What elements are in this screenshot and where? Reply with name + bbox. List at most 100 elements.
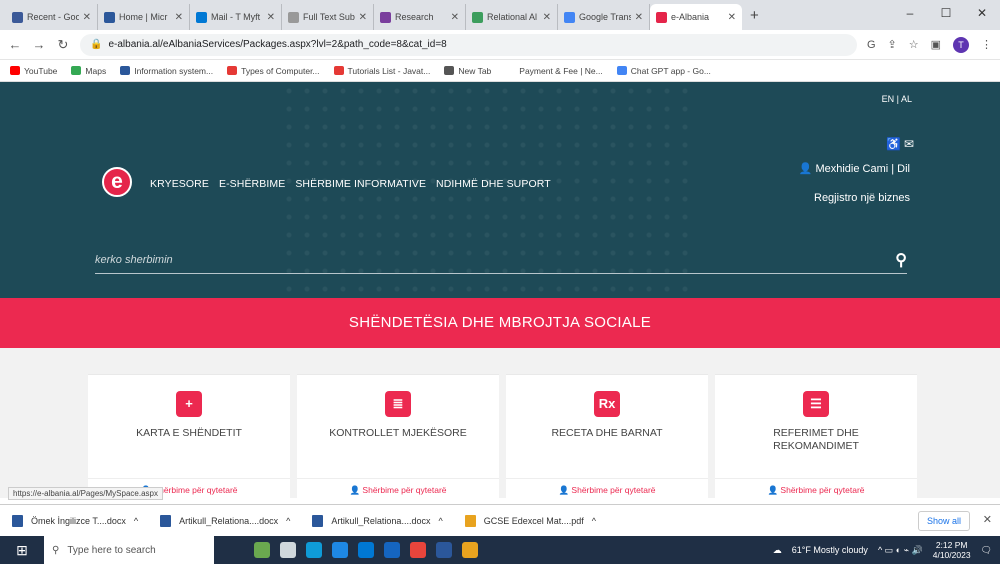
bookmark-item[interactable]: Maps: [71, 66, 106, 76]
tab-title: Relational Al: [487, 12, 538, 22]
menu-icon[interactable]: ⋮: [981, 38, 992, 51]
close-window-button[interactable]: ✕: [964, 0, 1000, 30]
close-tab-icon[interactable]: ✕: [543, 12, 551, 23]
bookmark-item[interactable]: Types of Computer...: [227, 66, 320, 76]
id-card-icon: ☰: [803, 391, 829, 417]
search-input[interactable]: [95, 253, 695, 266]
taskbar-apps: [254, 542, 478, 558]
word-icon[interactable]: [436, 542, 452, 558]
address-bar[interactable]: 🔒 e-albania.al/eAlbaniaServices/Packages…: [80, 33, 857, 56]
bookmark-item[interactable]: YouTube: [10, 66, 57, 76]
status-url-tooltip: https://e-albania.al/Pages/MySpace.aspx: [8, 487, 163, 500]
service-card-health-card[interactable]: + KARTA E SHËNDETIT 👤 Shërbime për qytet…: [88, 374, 290, 504]
e-albania-logo[interactable]: e: [102, 167, 132, 197]
browser-tab[interactable]: e-Albania ✕: [650, 4, 742, 30]
weather-text[interactable]: 61°F Mostly cloudy: [792, 545, 868, 555]
browser-tab[interactable]: Home | Micr ✕: [98, 4, 190, 30]
language-switch[interactable]: EN | AL: [882, 94, 912, 104]
bookmarks-bar: YouTube Maps Information system... Types of…: [0, 60, 1000, 82]
close-tab-icon[interactable]: ✕: [635, 12, 643, 23]
clock[interactable]: 2:12 PM 4/10/2023: [933, 540, 971, 560]
service-card-referrals[interactable]: ☰ REFERIMET DHE REKOMANDIMET 👤 Shërbime …: [715, 374, 917, 504]
minimize-button[interactable]: –: [892, 0, 928, 30]
store-icon[interactable]: [358, 542, 374, 558]
user-menu[interactable]: 👤 Mexhidie Cami | Dil: [799, 162, 910, 175]
card-footer[interactable]: 👤 Shërbime për qytetarë: [715, 478, 917, 496]
browser-tab[interactable]: Full Text Sub ✕: [282, 4, 374, 30]
nav-item-support[interactable]: NDIHMË DHE SUPORT: [436, 178, 551, 190]
bookmark-item[interactable]: New Tab: [444, 66, 491, 76]
nav-item-eservices[interactable]: E-SHËRBIME: [219, 178, 285, 190]
task-view-icon[interactable]: [280, 542, 296, 558]
search-icon[interactable]: ⚲: [895, 250, 907, 270]
close-tab-icon[interactable]: ✕: [451, 12, 459, 23]
tray-icons[interactable]: ^ ▭ ◐ ⌁ 🔊: [878, 545, 923, 556]
accessibility-icon[interactable]: ♿: [886, 137, 901, 151]
tab-title: Recent - Goo: [27, 12, 79, 22]
register-business-link[interactable]: Regjistro një biznes: [814, 192, 910, 204]
service-card-prescriptions[interactable]: Rx RECETA DHE BARNAT 👤 Shërbime për qyte…: [506, 374, 708, 504]
word-file-icon: [160, 514, 172, 527]
card-title: REFERIMET DHE REKOMANDIMET: [773, 427, 859, 452]
bookmark-item[interactable]: Payment & Fee | Ne...: [505, 66, 603, 76]
service-card-medical-checks[interactable]: ≣ KONTROLLET MJEKËSORE 👤 Shërbime për qy…: [297, 374, 499, 504]
card-title: KARTA E SHËNDETIT: [136, 427, 242, 439]
bookmark-item[interactable]: Information system...: [120, 66, 213, 76]
mail-icon[interactable]: ✉: [904, 137, 914, 151]
back-icon[interactable]: ←: [8, 37, 22, 52]
widgets-icon[interactable]: [254, 542, 270, 558]
star-icon[interactable]: ☆: [909, 38, 919, 51]
bookmark-icon: [10, 66, 20, 75]
edge-icon[interactable]: [306, 542, 322, 558]
browser-tab[interactable]: Google Trans ✕: [558, 4, 650, 30]
file-explorer-icon[interactable]: [332, 542, 348, 558]
tab-favicon-icon: [564, 11, 575, 23]
show-all-downloads-button[interactable]: Show all: [917, 511, 970, 531]
bookmark-item[interactable]: Tutorials List - Javat...: [333, 66, 430, 76]
forward-icon[interactable]: →: [32, 37, 46, 52]
chrome-icon[interactable]: [410, 542, 426, 558]
browser-tab[interactable]: Mail - T Myft ✕: [190, 4, 282, 30]
app-icon[interactable]: [462, 542, 478, 558]
bookmark-icon: [444, 66, 455, 75]
profile-avatar[interactable]: T: [953, 36, 969, 53]
close-tab-icon[interactable]: ✕: [267, 12, 275, 23]
browser-tab[interactable]: Research ✕: [374, 4, 466, 30]
taskbar-search[interactable]: ⚲ Type here to search: [44, 536, 214, 564]
nav-item-info-services[interactable]: SHËRBIME INFORMATIVE: [295, 178, 426, 190]
bookmark-icon: [616, 66, 627, 75]
word-file-icon: [312, 514, 324, 527]
tab-favicon-icon: [104, 11, 115, 23]
card-footer[interactable]: 👤 Shërbime për qytetarë: [297, 478, 499, 496]
notifications-icon[interactable]: 🗨: [981, 545, 992, 556]
share-icon[interactable]: ⇪: [888, 38, 897, 51]
tab-title: e-Albania: [671, 12, 710, 22]
card-footer[interactable]: 👤 Shërbime për qytetarë: [506, 478, 708, 496]
tab-title: Mail - T Myft: [211, 12, 261, 22]
download-item[interactable]: Artikull_Relationa....docx ^: [312, 514, 443, 527]
google-icon[interactable]: G: [867, 39, 876, 51]
close-tab-icon[interactable]: ✕: [359, 12, 367, 23]
download-item[interactable]: Ömek İngilizce T....docx ^: [12, 514, 138, 527]
download-item[interactable]: Artikull_Relationa....docx ^: [160, 514, 290, 527]
sidebar-icon[interactable]: ▣: [931, 38, 941, 51]
close-tab-icon[interactable]: ✕: [728, 12, 736, 23]
close-tab-icon[interactable]: ✕: [175, 12, 183, 23]
card-title: KONTROLLET MJEKËSORE: [329, 427, 467, 439]
services-area: + KARTA E SHËNDETIT 👤 Shërbime për qytet…: [0, 348, 1000, 504]
new-tab-button[interactable]: +: [742, 4, 767, 30]
mail-app-icon[interactable]: [384, 542, 400, 558]
bookmark-icon: [505, 66, 516, 75]
browser-tab-strip: Recent - Goo ✕ Home | Micr ✕ Mail - T Myft ✕ F…: [0, 0, 1000, 30]
close-tab-icon[interactable]: ✕: [83, 12, 91, 23]
tab-favicon-icon: [12, 11, 23, 23]
windows-start-icon[interactable]: ⊞: [0, 542, 44, 559]
reload-icon[interactable]: ↻: [56, 37, 70, 53]
browser-tab[interactable]: Relational Al ✕: [466, 4, 558, 30]
download-item[interactable]: GCSE Edexcel Mat....pdf ^: [464, 514, 596, 527]
close-icon[interactable]: ✕: [983, 513, 992, 526]
maximize-button[interactable]: ☐: [928, 0, 964, 30]
browser-tab[interactable]: Recent - Goo ✕: [6, 4, 98, 30]
nav-item-home[interactable]: KRYESORE: [150, 178, 209, 190]
bookmark-item[interactable]: Chat GPT app - Go...: [616, 66, 711, 76]
